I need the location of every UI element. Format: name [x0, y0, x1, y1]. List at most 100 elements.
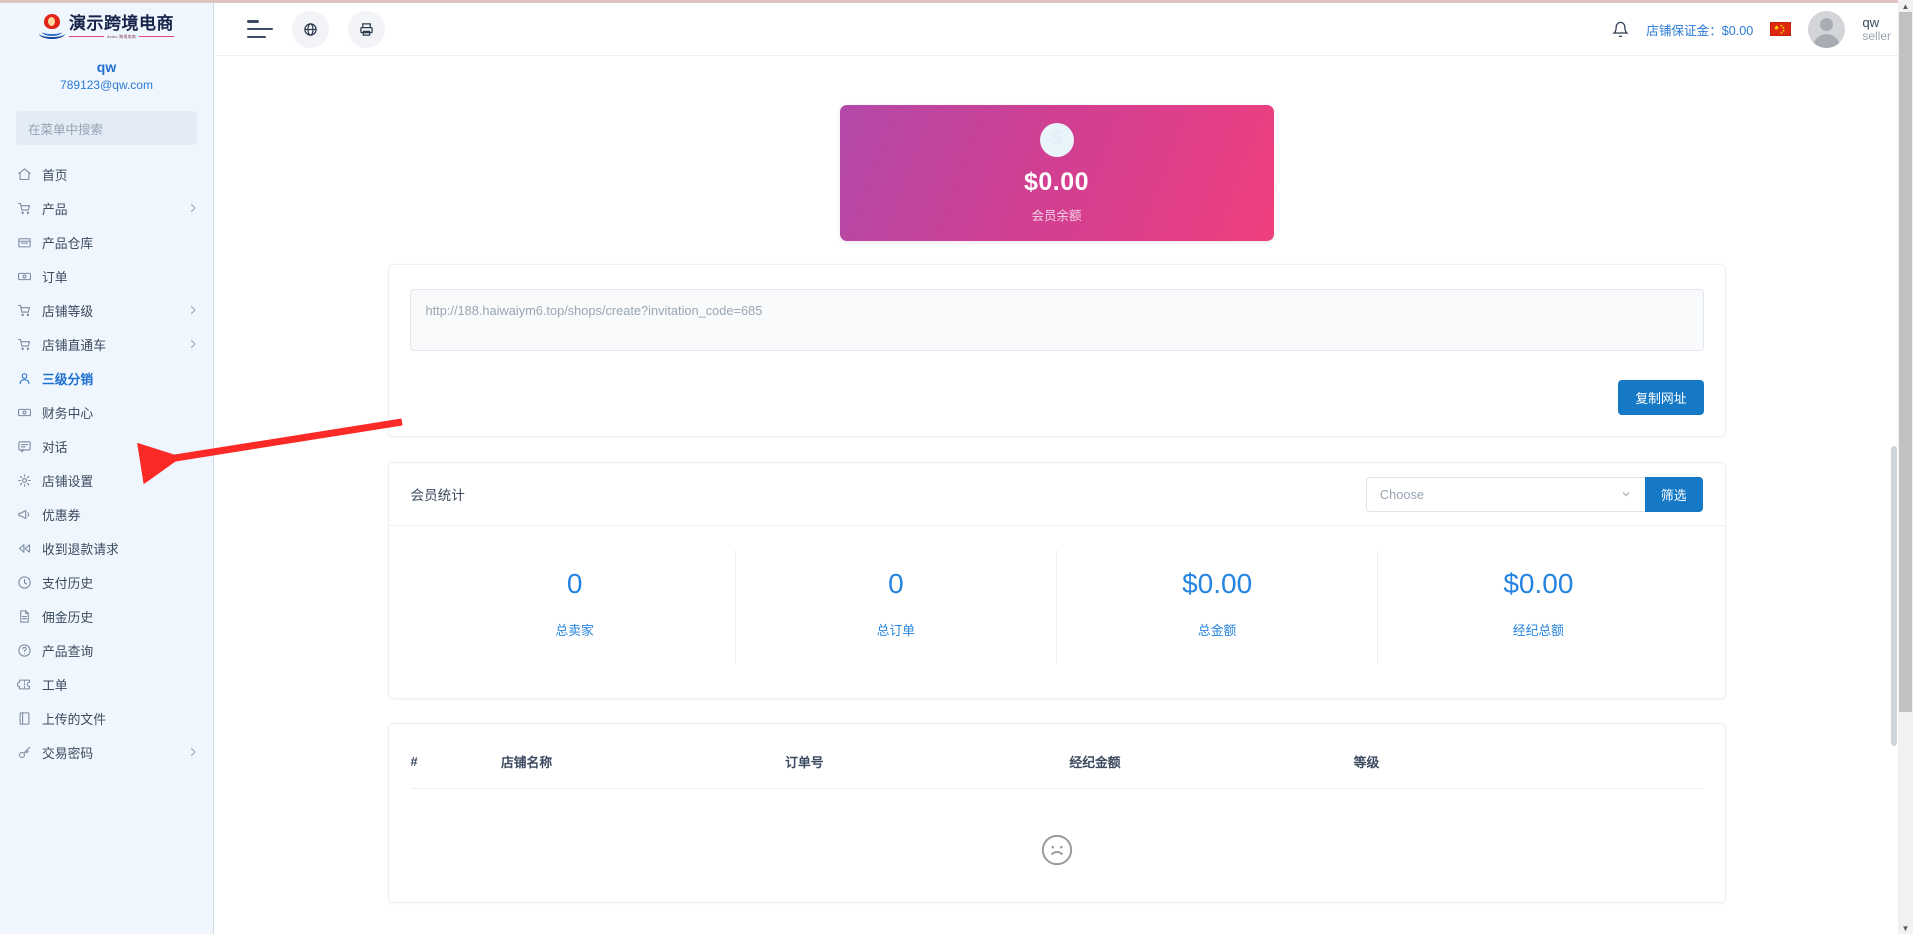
user-icon	[16, 370, 33, 387]
sidebar-item-label: 优惠券	[42, 505, 80, 524]
chevron-down-icon	[1620, 488, 1632, 500]
sidebar-item-label: 工单	[42, 675, 68, 694]
chevron-right-icon[interactable]	[187, 746, 199, 758]
printer-icon[interactable]	[348, 11, 385, 48]
stats-select[interactable]: Choose	[1366, 477, 1645, 512]
sidebar-item-label: 财务中心	[42, 403, 93, 422]
stat-card-2: $0.00总金额	[1057, 550, 1378, 664]
sidebar-item-label: 店铺等级	[42, 301, 93, 320]
content-scrollbar-thumb[interactable]	[1891, 446, 1897, 746]
hamburger-icon[interactable]	[247, 20, 273, 38]
brand-subtitle: demo 跨境电商	[107, 34, 136, 40]
sidebar-item-3[interactable]: 订单	[0, 259, 213, 293]
home-icon	[16, 166, 33, 183]
sidebar-item-10[interactable]: 优惠券	[0, 497, 213, 531]
sidebar-item-0[interactable]: 首页	[0, 157, 213, 191]
page-scrollbar-thumb[interactable]	[1899, 12, 1912, 712]
bell-icon[interactable]	[1612, 21, 1629, 38]
account-name: qw	[0, 58, 213, 76]
empty-state	[411, 789, 1703, 872]
sidebar-item-14[interactable]: 产品查询	[0, 633, 213, 667]
stats-grid: 0 总卖家0总订单$0.00总金额$0.00 经纪总额	[389, 526, 1725, 698]
stat-value: $0.00	[1378, 567, 1698, 601]
money-icon	[16, 404, 33, 421]
commission-table-card: #店铺名称订单号经纪金额等级	[388, 723, 1726, 903]
sidebar-item-label: 店铺设置	[42, 471, 93, 490]
table-header-row: #店铺名称订单号经纪金额等级	[411, 744, 1703, 789]
chevron-right-icon[interactable]	[187, 338, 199, 350]
brand-rule-right	[139, 36, 174, 38]
menu-search-placeholder: 在菜单中搜索	[28, 119, 103, 138]
filter-button[interactable]: 筛选	[1645, 477, 1703, 512]
sidebar-item-1[interactable]: 产品	[0, 191, 213, 225]
balance-label: 会员余额	[1031, 205, 1081, 224]
megaphone-icon	[16, 506, 33, 523]
chevron-right-icon[interactable]	[187, 202, 199, 214]
chat-icon	[16, 438, 33, 455]
header-user-role: seller	[1862, 30, 1891, 44]
triangle-up-icon[interactable]: ▲	[1898, 0, 1913, 12]
sidebar-item-label: 订单	[42, 267, 68, 286]
sidebar-item-label: 交易密码	[42, 743, 93, 762]
sidebar: 演示跨境电商 demo 跨境电商 qw 789123@qw.com 在菜单中搜索…	[0, 3, 214, 934]
invite-link-card: 复制网址	[388, 264, 1726, 437]
user-avatar-icon[interactable]	[1808, 11, 1845, 48]
sidebar-item-label: 收到退款请求	[42, 539, 119, 558]
sidebar-item-17[interactable]: 交易密码	[0, 735, 213, 769]
stat-value: 0	[415, 567, 735, 601]
cart-icon	[16, 200, 33, 217]
question-icon	[16, 642, 33, 659]
stat-label: 经纪总额	[1378, 620, 1698, 639]
sidebar-nav: 首页产品产品仓库订单店铺等级店铺直通车三级分销财务中心对话店铺设置优惠券收到退款…	[0, 157, 213, 769]
page-scrollbar[interactable]: ▲ ▼	[1898, 0, 1913, 934]
stat-card-1: 0总订单	[736, 550, 1057, 664]
table-column-header: 店铺名称	[501, 744, 785, 789]
header-user-name: qw	[1862, 15, 1891, 30]
sidebar-item-16[interactable]: 上传的文件	[0, 701, 213, 735]
member-stats-card: 会员统计 Choose 筛选 0总卖家0总订单$0.00总金额$0.00经纪总额	[388, 462, 1726, 699]
table-column-header: 经纪金额	[1069, 744, 1353, 789]
triangle-down-icon[interactable]: ▼	[1898, 922, 1913, 934]
sidebar-item-label: 上传的文件	[42, 709, 106, 728]
sidebar-item-label: 产品仓库	[42, 233, 93, 252]
china-flag-icon[interactable]: ★ ★ ★ ★ ★	[1770, 22, 1791, 36]
sidebar-item-label: 产品	[42, 199, 68, 218]
sidebar-item-8[interactable]: 对话	[0, 429, 213, 463]
stats-select-value: Choose	[1380, 487, 1424, 502]
warehouse-icon	[16, 234, 33, 251]
globe-icon[interactable]	[292, 11, 329, 48]
sad-face-icon	[1040, 833, 1074, 872]
sidebar-item-5[interactable]: 店铺直通车	[0, 327, 213, 361]
sidebar-item-2[interactable]: 产品仓库	[0, 225, 213, 259]
document-icon	[16, 608, 33, 625]
invite-url-input[interactable]	[410, 289, 1704, 351]
sidebar-item-13[interactable]: 佣金历史	[0, 599, 213, 633]
book-icon	[16, 710, 33, 727]
sidebar-item-15[interactable]: 工单	[0, 667, 213, 701]
sidebar-item-9[interactable]: 店铺设置	[0, 463, 213, 497]
ticket-icon	[16, 676, 33, 693]
copy-url-button[interactable]: 复制网址	[1618, 380, 1703, 415]
table-column-header: 等级	[1354, 744, 1703, 789]
rewind-icon	[16, 540, 33, 557]
brand-logo[interactable]: 演示跨境电商 demo 跨境电商	[0, 3, 213, 50]
key-icon	[16, 744, 33, 761]
chevron-right-icon[interactable]	[187, 304, 199, 316]
top-header: 店铺保证金：$0.00 ★ ★ ★ ★ ★ qw seller	[215, 3, 1913, 56]
stat-label: 总订单	[736, 620, 1056, 639]
sidebar-item-6[interactable]: 三级分销	[0, 361, 213, 395]
sidebar-item-7[interactable]: 财务中心	[0, 395, 213, 429]
balance-amount: $0.00	[1024, 168, 1089, 197]
stat-label: 总卖家	[415, 620, 735, 639]
menu-search-input[interactable]: 在菜单中搜索	[16, 111, 197, 145]
sidebar-item-11[interactable]: 收到退款请求	[0, 531, 213, 565]
sidebar-item-label: 产品查询	[42, 641, 93, 660]
user-meta[interactable]: qw seller	[1862, 15, 1891, 44]
stat-card-3: $0.00 经纪总额	[1378, 550, 1698, 664]
sidebar-item-12[interactable]: 支付历史	[0, 565, 213, 599]
sidebar-item-label: 对话	[42, 437, 68, 456]
sidebar-item-4[interactable]: 店铺等级	[0, 293, 213, 327]
content-scrollbar[interactable]	[1890, 56, 1898, 934]
cart-icon	[16, 336, 33, 353]
clock-icon	[16, 574, 33, 591]
